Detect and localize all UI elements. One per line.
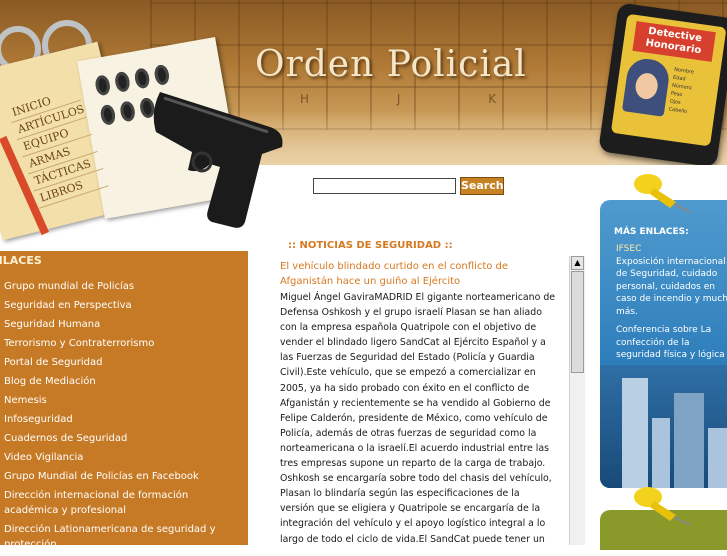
detective-badge-image: Detective Honorario Nombre Edad Número P… — [598, 2, 727, 165]
more-link-title[interactable]: IFSEC — [616, 243, 727, 256]
pistol-icon — [153, 92, 283, 228]
sidebar-link[interactable]: Grupo mundial de Policías — [4, 279, 240, 294]
links-sidebar: ENLACES Grupo mundial de Policías Seguri… — [0, 251, 248, 550]
keyboard-key-letters: H J K — [300, 92, 539, 106]
pushpin-icon — [634, 487, 691, 526]
sidebar-heading: ENLACES — [0, 254, 42, 267]
city-skyline-image — [600, 365, 727, 488]
search-input[interactable] — [313, 178, 456, 194]
news-article-title[interactable]: El vehículo blindado curtido en el confl… — [280, 259, 556, 289]
sidebar-link[interactable]: Seguridad en Perspectiva — [4, 298, 240, 313]
sidebar-link[interactable]: Nemesis — [4, 393, 240, 408]
more-links-panel: MÁS ENLACES: IFSEC Exposición internacio… — [600, 200, 727, 488]
sidebar-link[interactable]: Video Vigilancia — [4, 450, 240, 465]
scroll-up-arrow-icon[interactable]: ▲ — [571, 256, 584, 270]
sidebar-link[interactable]: Portal de Seguridad — [4, 355, 240, 370]
more-link-text[interactable]: Exposición internacional de Seguridad, c… — [616, 256, 727, 319]
more-links-heading: MÁS ENLACES: — [614, 227, 689, 237]
sidebar-link[interactable]: Terrorismo y Contraterrorismo — [4, 336, 240, 351]
scroll-thumb[interactable] — [571, 271, 584, 373]
more-links-list: IFSEC Exposición internacional de Seguri… — [616, 243, 727, 362]
sidebar-link[interactable]: Blog de Mediación — [4, 374, 240, 389]
pushpin-icon — [634, 174, 691, 213]
sidebar-link[interactable]: Grupo Mundial de Policías en Facebook — [4, 469, 240, 484]
news-scrollbar[interactable]: ▲ — [569, 256, 585, 545]
site-title[interactable]: Orden Policial — [255, 44, 527, 85]
more-link-text[interactable]: Conferencia sobre La confección de la se… — [616, 324, 727, 362]
sidebar-link[interactable]: Cuadernos de Seguridad — [4, 431, 240, 446]
news-scroll-box: El vehículo blindado curtido en el confl… — [279, 256, 585, 545]
news-section-heading: :: NOTICIAS DE SEGURIDAD :: — [288, 240, 453, 251]
badge-fields: Nombre Edad Número Peso Ojos Cabello — [668, 66, 695, 115]
sidebar-link[interactable]: Dirección internacional de formación aca… — [4, 488, 240, 518]
sidebar-link-list: Grupo mundial de Policías Seguridad en P… — [4, 279, 240, 556]
sidebar-link[interactable]: Dirección Lationamericana de seguridad y… — [4, 522, 240, 552]
sidebar-link[interactable]: Infoseguridad — [4, 412, 240, 427]
news-article-body: Miguel Ángel GaviraMADRID El gigante nor… — [280, 292, 556, 545]
search-button[interactable]: Search — [460, 177, 504, 195]
sidebar-link[interactable]: Seguridad Humana — [4, 317, 240, 332]
